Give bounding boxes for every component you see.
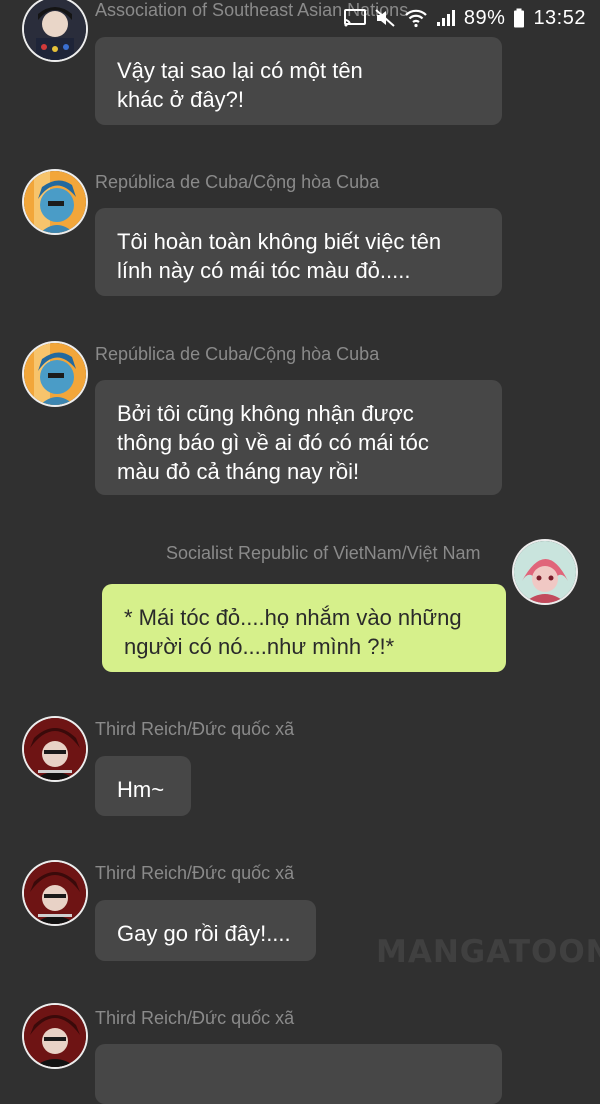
third-reich-avatar[interactable] <box>24 1005 86 1067</box>
third-reich-avatar[interactable] <box>24 862 86 924</box>
message-bubble[interactable]: Tôi hoàn toàn không biết việc tên lính n… <box>95 208 502 296</box>
message-bubble[interactable]: * Mái tóc đỏ....họ nhắm vào những người … <box>102 584 506 672</box>
message-bubble[interactable]: Hm~ <box>95 756 191 816</box>
battery-icon <box>513 8 525 28</box>
sender-name: República de Cuba/Cộng hòa Cuba <box>95 344 380 364</box>
vietnam-avatar[interactable] <box>514 541 576 603</box>
clock-time: 13:52 <box>533 6 586 29</box>
cuba-avatar[interactable] <box>24 171 86 233</box>
sender-name: Socialist Republic of VietNam/Việt Nam <box>166 543 481 563</box>
message-bubble[interactable]: Vậy tại sao lại có một tên khác ở đây?! <box>95 37 502 125</box>
asean-avatar[interactable] <box>24 0 86 60</box>
sender-name: Third Reich/Đức quốc xã <box>95 719 295 739</box>
sender-name: Third Reich/Đức quốc xã <box>95 863 295 883</box>
cuba-avatar[interactable] <box>24 343 86 405</box>
mute-icon <box>374 8 396 28</box>
message-bubble[interactable]: Bởi tôi cũng không nhận được thông báo g… <box>95 380 502 495</box>
sender-name: República de Cuba/Cộng hòa Cuba <box>95 172 380 192</box>
third-reich-avatar[interactable] <box>24 718 86 780</box>
wifi-icon <box>404 8 428 28</box>
chat-feed[interactable]: Association of Southeast Asian Nations V… <box>0 0 600 1104</box>
status-bar: 89% 13:52 <box>343 0 600 36</box>
message-bubble[interactable] <box>95 1044 502 1104</box>
battery-percent: 89% <box>463 6 506 29</box>
signal-icon <box>436 9 456 27</box>
cast-icon <box>343 9 366 27</box>
mangatoon-watermark: MANGATOON <box>376 934 600 970</box>
message-bubble[interactable]: Gay go rồi đây!.... <box>95 900 316 961</box>
sender-name: Third Reich/Đức quốc xã <box>95 1008 295 1028</box>
